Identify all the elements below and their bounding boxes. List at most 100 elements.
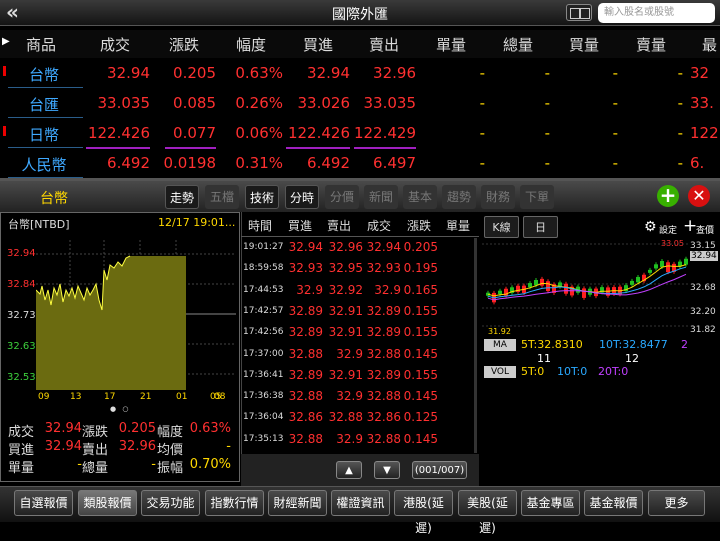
ma-label[interactable]: MA (484, 339, 516, 351)
search-input[interactable]: 輸入股名或股號 (598, 3, 715, 23)
tab-order[interactable]: 下單 (520, 185, 554, 209)
tab-trend[interactable]: 走勢 (165, 185, 199, 209)
tick-ask: 32.88 (328, 410, 363, 425)
col-header[interactable]: 單量 (436, 34, 466, 55)
tick-price: 32.89 (366, 303, 401, 318)
row-name[interactable]: 台匯 (6, 94, 82, 115)
col-header[interactable]: 賣量 (636, 34, 666, 55)
quote-label: 總量 (82, 461, 109, 476)
nav-warrants[interactable]: 權證資訊 (331, 490, 390, 516)
nav-us-stocks[interactable]: 美股(延遲) (458, 490, 517, 535)
gear-icon[interactable]: ⚙ (644, 219, 657, 235)
settings-label[interactable]: 設定 (659, 223, 677, 236)
cell-price: 122.426 (87, 124, 150, 142)
nav-hk-stocks[interactable]: 港股(延遲) (394, 490, 453, 535)
quote-value: 0.63% (189, 421, 231, 436)
col-header[interactable]: 買量 (569, 34, 599, 55)
cell-askvol: - (677, 94, 683, 112)
ma10-value: 10T:32.8477 (599, 338, 668, 351)
page-down-icon[interactable]: ▼ (374, 461, 400, 479)
cell-bidvol: - (612, 94, 618, 112)
tick-price: 32.93 (366, 261, 401, 276)
page-up-icon[interactable]: ▲ (336, 461, 362, 479)
kline-chart[interactable] (482, 240, 688, 336)
y-tick: 32.94 (7, 248, 36, 259)
tab-news[interactable]: 新聞 (364, 185, 398, 209)
add-icon[interactable]: + (657, 185, 679, 207)
row-name[interactable]: 台幣 (6, 64, 82, 85)
tab-five-level[interactable]: 五檔 (205, 185, 239, 209)
cell-total: - (544, 64, 550, 82)
table-row[interactable]: 日幣 122.426 0.077 0.06% 122.426 122.429 -… (0, 120, 720, 150)
page-dots[interactable]: ● ○ (110, 405, 130, 413)
detail-tab-bar (0, 181, 720, 212)
nav-sector-quotes[interactable]: 類股報價 (78, 490, 137, 516)
book-icon[interactable] (566, 4, 592, 21)
tick-chg: 0.125 (403, 410, 438, 425)
tick-chg: 0.145 (403, 431, 438, 446)
tick-chg: 0.205 (403, 240, 438, 254)
tick-price: 32.88 (366, 389, 401, 404)
col-header[interactable]: 成交 (100, 34, 130, 55)
quote-label: 賣出 (82, 443, 109, 458)
k-y-tick: 32.68 (690, 283, 716, 293)
tick-bid: 32.9 (296, 282, 323, 297)
nav-trading[interactable]: 交易功能 (141, 490, 200, 516)
close-icon[interactable]: ✕ (688, 185, 710, 207)
nav-more[interactable]: 更多 (648, 490, 705, 516)
col-header[interactable]: 買進 (303, 34, 333, 55)
k-x-tick: 11 (537, 352, 551, 365)
table-row[interactable]: 人民幣 6.492 0.0198 0.31% 6.492 6.497 - - -… (0, 150, 720, 180)
intraday-symbol: 台幣[NTBD] (8, 218, 70, 231)
tick-chg: 0.155 (403, 303, 438, 318)
tick-bid: 32.93 (288, 261, 323, 276)
col-header[interactable]: 漲跌 (169, 34, 199, 55)
table-row[interactable]: 台匯 33.035 0.085 0.26% 33.026 33.035 - - … (0, 90, 720, 120)
tick-bid: 32.89 (288, 303, 323, 318)
cell-last: 32 (690, 64, 710, 82)
cell-total: - (544, 94, 550, 112)
day-button[interactable]: 日 (523, 216, 558, 238)
tick-header: 時間 (248, 219, 273, 233)
nav-fund-quotes[interactable]: 基金報價 (584, 490, 643, 516)
intraday-chart[interactable] (36, 240, 236, 390)
tick-bid: 32.86 (288, 410, 323, 425)
tab-time-sharing[interactable]: 分時 (285, 185, 319, 209)
nav-watchlist[interactable]: 自選報價 (14, 490, 73, 516)
nav-index[interactable]: 指數行情 (205, 490, 264, 516)
x-tick: 13 (70, 392, 82, 402)
tick-chg: 0.165 (403, 282, 438, 297)
table-row[interactable]: 台幣 32.94 0.205 0.63% 32.94 32.96 - - - -… (0, 60, 720, 90)
vol-label[interactable]: VOL (484, 366, 516, 378)
col-header[interactable]: 賣出 (369, 34, 399, 55)
tick-chg: 0.145 (403, 346, 438, 361)
vol5-value: 5T:0 (521, 365, 545, 378)
col-header[interactable]: 總量 (503, 34, 533, 55)
nav-news[interactable]: 財經新聞 (268, 490, 327, 516)
cell-bidvol: - (612, 124, 618, 142)
cell-askvol: - (677, 124, 683, 142)
y-tick: 32.73 (7, 310, 36, 321)
col-header[interactable]: 幅度 (236, 34, 266, 55)
cell-pct: 0.31% (235, 154, 283, 172)
col-header[interactable]: 最 (702, 34, 717, 55)
col-header[interactable]: 商品 (26, 34, 56, 55)
tab-price-split[interactable]: 分價 (325, 185, 359, 209)
tab-trend-analysis[interactable]: 趨勢 (442, 185, 476, 209)
k-y-tick: 31.82 (690, 325, 716, 335)
row-name[interactable]: 日幣 (6, 124, 82, 145)
tab-technical[interactable]: 技術 (245, 185, 279, 209)
row-name[interactable]: 人民幣 (6, 154, 82, 175)
kline-button[interactable]: K線 (484, 216, 519, 238)
cell-last: 6. (690, 154, 705, 172)
query-label[interactable]: 查價 (696, 223, 714, 236)
tick-bid: 32.94 (288, 240, 323, 254)
tab-finance[interactable]: 財務 (481, 185, 515, 209)
ma20-value: 2 (681, 338, 688, 351)
play-icon: ▶ (2, 36, 10, 47)
tab-basic[interactable]: 基本 (403, 185, 437, 209)
cell-price: 32.94 (107, 64, 150, 82)
y-tick: 32.84 (7, 279, 36, 290)
cell-askvol: - (677, 64, 683, 82)
nav-funds[interactable]: 基金專區 (521, 490, 580, 516)
